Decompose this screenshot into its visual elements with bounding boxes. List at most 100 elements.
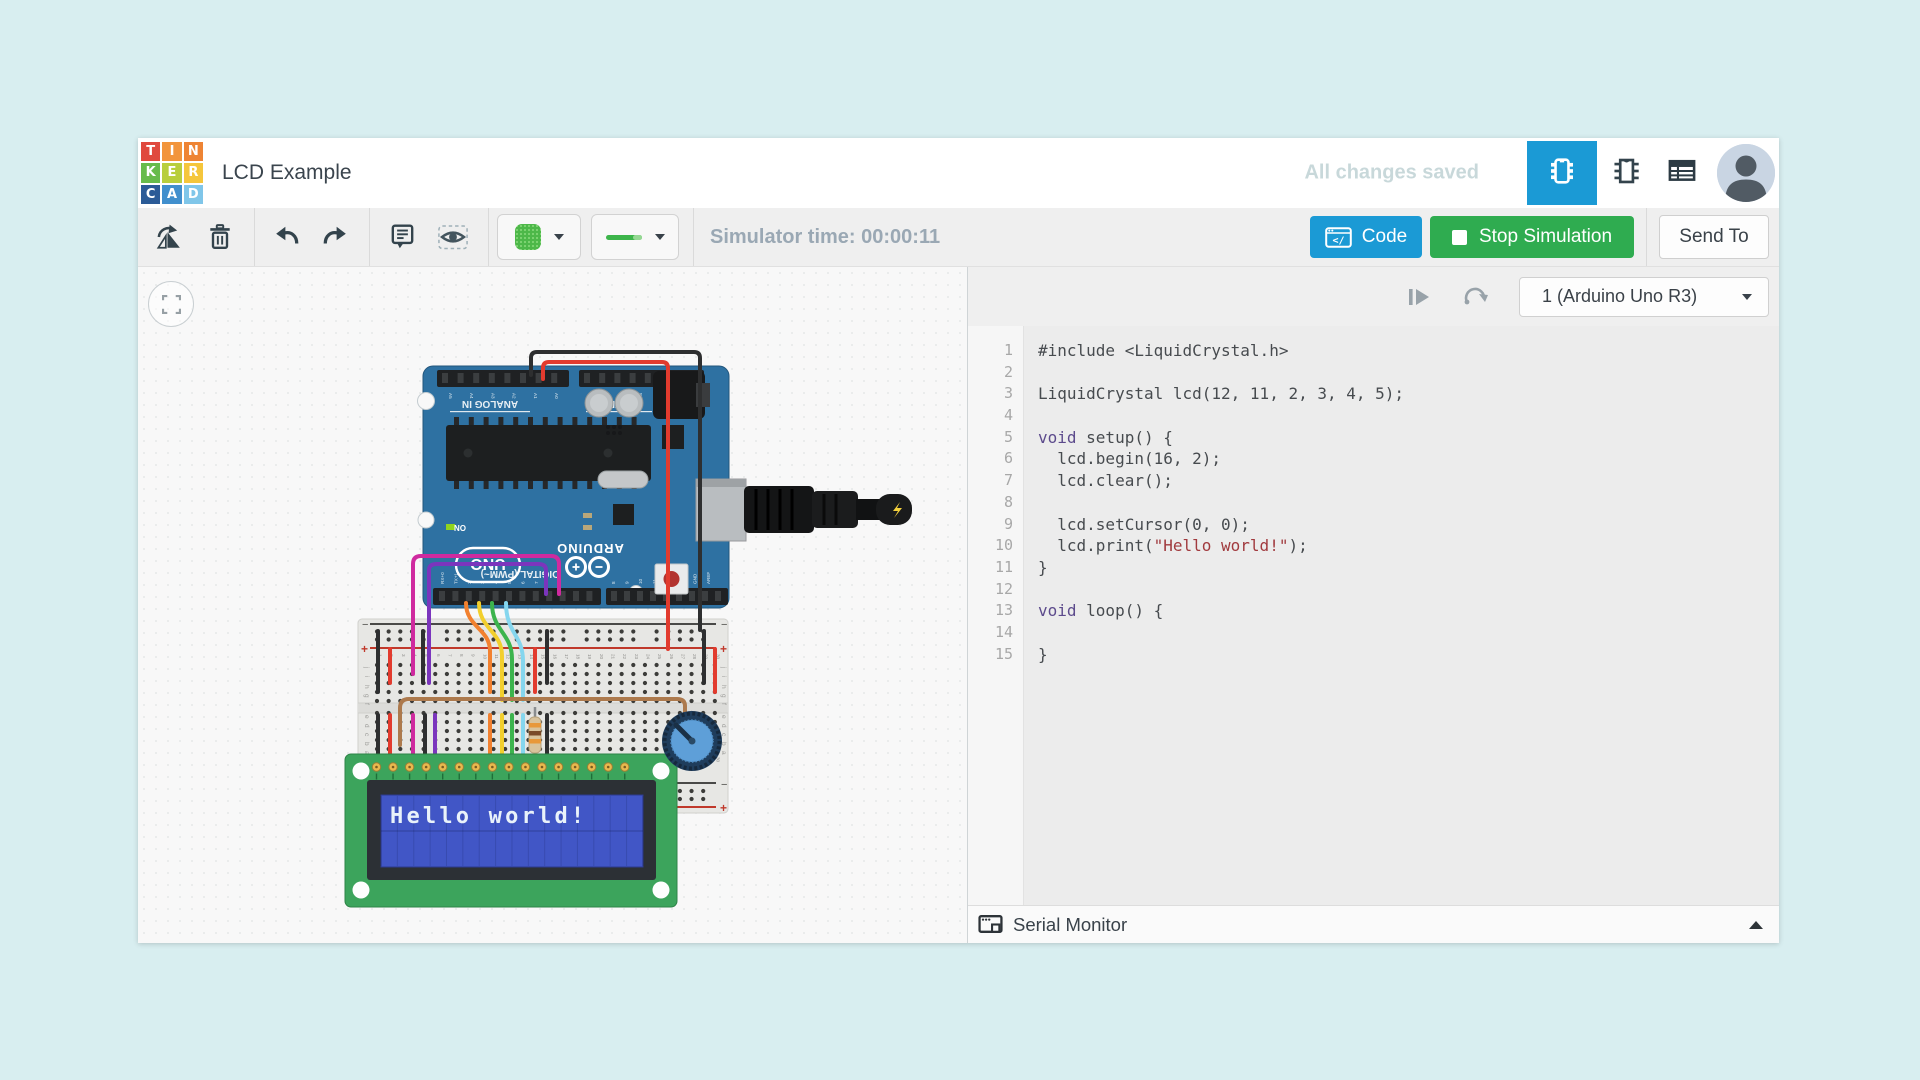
toolbar-separator <box>369 208 370 266</box>
schematic-view-button[interactable] <box>1597 141 1655 205</box>
svg-text:</: </ <box>1332 235 1344 246</box>
step-debug-button[interactable] <box>1404 282 1434 312</box>
svg-text:GND: GND <box>693 573 698 584</box>
toolbar-separator <box>254 208 255 266</box>
svg-text:b: b <box>363 742 370 746</box>
svg-text:A0: A0 <box>554 393 559 399</box>
code-line[interactable]: 6 lcd.begin(16, 2); <box>968 448 1779 470</box>
code-line[interactable]: 4 <box>968 405 1779 427</box>
code-line[interactable]: 8 <box>968 492 1779 514</box>
svg-text:3: 3 <box>401 654 406 657</box>
zoom-to-fit-button[interactable] <box>148 281 194 327</box>
stop-simulation-button[interactable]: Stop Simulation <box>1430 216 1634 258</box>
header: TINKERCAD LCD Example All changes saved <box>138 138 1779 208</box>
lcd-display[interactable]: Hello world! <box>345 754 677 907</box>
user-avatar[interactable] <box>1717 144 1775 202</box>
breadboard-view-button[interactable] <box>1527 141 1597 205</box>
serial-monitor-label: Serial Monitor <box>1013 914 1127 936</box>
board-select-dropdown[interactable]: 1 (Arduino Uno R3) <box>1519 277 1769 317</box>
svg-text:9: 9 <box>471 654 476 657</box>
simulator-time: Simulator time: 00:00:11 <box>710 226 940 249</box>
toolbar-separator <box>488 208 489 266</box>
svg-text:11: 11 <box>494 654 499 659</box>
toolbar-separator <box>1646 208 1647 266</box>
svg-text:e: e <box>720 715 727 719</box>
svg-text:h: h <box>720 685 727 689</box>
redo-icon <box>321 224 349 250</box>
svg-text:18: 18 <box>576 654 581 660</box>
code-window-icon: </ <box>1325 227 1352 248</box>
eye-icon <box>437 222 469 252</box>
fit-brackets-icon <box>162 295 181 314</box>
logo-tile: I <box>162 142 181 161</box>
main-toolbar: Simulator time: 00:00:11 </ Code Stop Si… <box>138 208 1779 267</box>
send-to-button[interactable]: Send To <box>1659 215 1769 259</box>
code-line[interactable]: 15} <box>968 644 1779 666</box>
component-color-dropdown[interactable] <box>497 214 581 260</box>
collapse-caret-icon[interactable] <box>1749 921 1763 929</box>
code-line[interactable]: 11} <box>968 557 1779 579</box>
code-text: void setup() { <box>1024 427 1173 449</box>
code-line[interactable]: 13void loop() { <box>968 600 1779 622</box>
svg-text:A5: A5 <box>448 393 453 399</box>
code-line[interactable]: 14 <box>968 622 1779 644</box>
logo-tile: C <box>141 185 160 204</box>
undo-button[interactable] <box>267 215 307 259</box>
rotate-icon <box>153 223 183 251</box>
step-icon <box>1406 285 1432 309</box>
code-line[interactable]: 10 lcd.print("Hello world!"); <box>968 535 1779 557</box>
logo-tile: A <box>162 185 181 204</box>
toolbar-actions: </ Code Stop Simulation Send To <box>1310 208 1779 266</box>
line-number: 9 <box>968 514 1024 536</box>
notes-button[interactable] <box>382 215 422 259</box>
visibility-button[interactable] <box>430 215 476 259</box>
component-list-view-button[interactable] <box>1655 141 1709 205</box>
code-text <box>1024 362 1038 384</box>
svg-text:8: 8 <box>611 581 616 584</box>
svg-text:23: 23 <box>634 654 639 660</box>
rotate-button[interactable] <box>148 215 188 259</box>
logo-tile: R <box>184 163 203 182</box>
project-title[interactable]: LCD Example <box>222 161 352 185</box>
code-line[interactable]: 9 lcd.setCursor(0, 0); <box>968 514 1779 536</box>
code-button[interactable]: </ Code <box>1310 216 1422 258</box>
svg-text:A1: A1 <box>533 393 538 399</box>
svg-text:+: + <box>361 642 368 656</box>
code-text: lcd.begin(16, 2); <box>1024 448 1221 470</box>
svg-text:6: 6 <box>520 581 525 584</box>
stop-icon <box>1452 230 1467 245</box>
schematic-chip-icon <box>1611 156 1641 191</box>
usb-cable[interactable] <box>696 479 912 541</box>
delete-button[interactable] <box>200 215 240 259</box>
svg-text:7: 7 <box>534 581 539 584</box>
potentiometer[interactable] <box>662 711 722 771</box>
circuit-canvas[interactable]: − − + + − + 1234567891011121314151617181… <box>138 267 967 943</box>
code-editor[interactable]: 1#include <LiquidCrystal.h>23LiquidCryst… <box>968 326 1779 906</box>
svg-text:10: 10 <box>482 654 487 660</box>
svg-text:20: 20 <box>599 654 604 660</box>
arduino-uno-board[interactable]: A5A4A3A2A1A0VinGNDGND5V3.3VRESETIOREFRX+… <box>418 366 730 608</box>
send-to-label: Send To <box>1679 226 1748 248</box>
code-line[interactable]: 12 <box>968 579 1779 601</box>
svg-text:22: 22 <box>622 654 627 660</box>
analog-in-label: ANALOG IN <box>462 398 518 409</box>
board-select-value: 1 (Arduino Uno R3) <box>1542 286 1697 307</box>
arduino-brand-label: ARDUINO <box>556 541 624 556</box>
redo-button[interactable] <box>315 215 355 259</box>
line-number: 2 <box>968 362 1024 384</box>
serial-monitor-bar[interactable]: Serial Monitor <box>968 905 1779 943</box>
code-line[interactable]: 7 lcd.clear(); <box>968 470 1779 492</box>
wire-style-dropdown[interactable] <box>591 214 679 260</box>
svg-text:26: 26 <box>669 654 674 660</box>
tinkercad-logo[interactable]: TINKERCAD <box>141 142 203 204</box>
code-line[interactable]: 3LiquidCrystal lcd(12, 11, 2, 3, 4, 5); <box>968 383 1779 405</box>
restart-simulation-button[interactable] <box>1460 282 1490 312</box>
logo-tile: N <box>184 142 203 161</box>
line-number: 7 <box>968 470 1024 492</box>
code-line[interactable]: 5void setup() { <box>968 427 1779 449</box>
svg-text:−: − <box>721 779 727 791</box>
code-line[interactable]: 2 <box>968 362 1779 384</box>
line-number: 15 <box>968 644 1024 666</box>
code-line[interactable]: 1#include <LiquidCrystal.h> <box>968 340 1779 362</box>
color-swatch-icon <box>515 224 541 250</box>
